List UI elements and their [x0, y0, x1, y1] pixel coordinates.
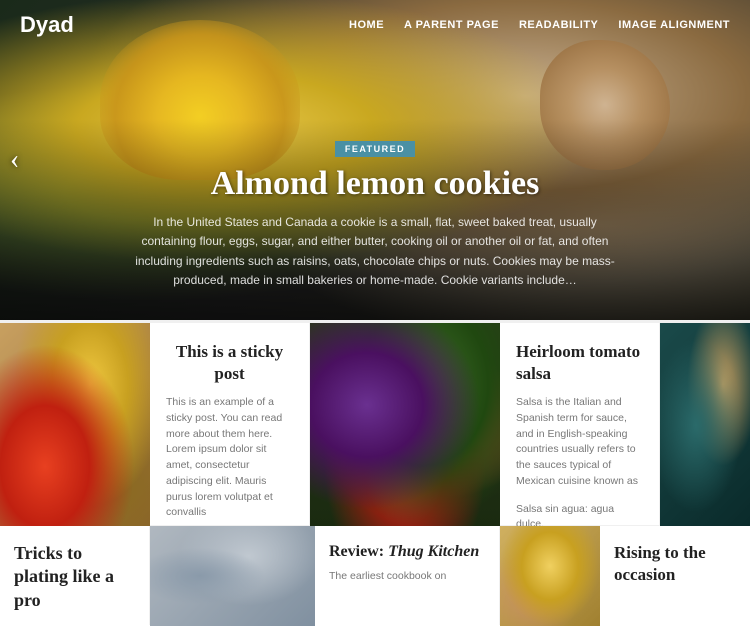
cards-row-2: Tricks to plating like a pro Review: Thu… — [0, 525, 750, 625]
hero-description: In the United States and Canada a cookie… — [125, 213, 625, 290]
hero-prev-button[interactable]: ‹ — [10, 144, 19, 176]
card-tomatoes-image — [310, 323, 500, 528]
logo[interactable]: Dyad — [20, 12, 74, 38]
nav-image-alignment[interactable]: IMAGE ALIGNMENT — [618, 19, 730, 31]
nav-home[interactable]: HOME — [349, 19, 384, 31]
card-heirloom-salsa: Heirloom tomato salsa Salsa is the Itali… — [500, 323, 660, 525]
nav-readability[interactable]: READABILITY — [519, 19, 598, 31]
review-text: The earliest cookbook on — [329, 569, 485, 585]
card-restaurant-image — [660, 323, 750, 528]
header: Dyad HOME A PARENT PAGE READABILITY IMAG… — [0, 0, 750, 50]
card-food-image-bottom — [500, 526, 600, 626]
card-rising-occasion: Rising to the occasion — [600, 526, 750, 625]
hero-overlay: FEATURED Almond lemon cookies In the Uni… — [0, 119, 750, 320]
card-review: Review: Thug Kitchen The earliest cookbo… — [315, 526, 500, 625]
review-title-italic: Thug Kitchen — [388, 543, 479, 560]
cards-row-1: This is a sticky post This is an example… — [0, 320, 750, 525]
hero-title: Almond lemon cookies — [80, 165, 670, 203]
sticky-post-text: This is an example of a sticky post. You… — [166, 395, 293, 521]
nav: HOME A PARENT PAGE READABILITY IMAGE ALI… — [349, 19, 730, 31]
card-food-image-left — [0, 323, 150, 528]
review-title: Review: Thug Kitchen — [329, 542, 485, 563]
card-sticky-post: This is a sticky post This is an example… — [150, 323, 310, 525]
card-bottles-image — [150, 526, 315, 626]
rising-title: Rising to the occasion — [614, 542, 736, 586]
featured-badge: FEATURED — [335, 141, 415, 157]
heirloom-text: Salsa is the Italian and Spanish term fo… — [516, 395, 643, 490]
sticky-post-title: This is a sticky post — [166, 341, 293, 385]
nav-parent[interactable]: A PARENT PAGE — [404, 19, 499, 31]
tricks-title: Tricks to plating like a pro — [14, 542, 135, 612]
heirloom-title: Heirloom tomato salsa — [516, 341, 643, 385]
card-tricks-plating: Tricks to plating like a pro — [0, 526, 150, 625]
